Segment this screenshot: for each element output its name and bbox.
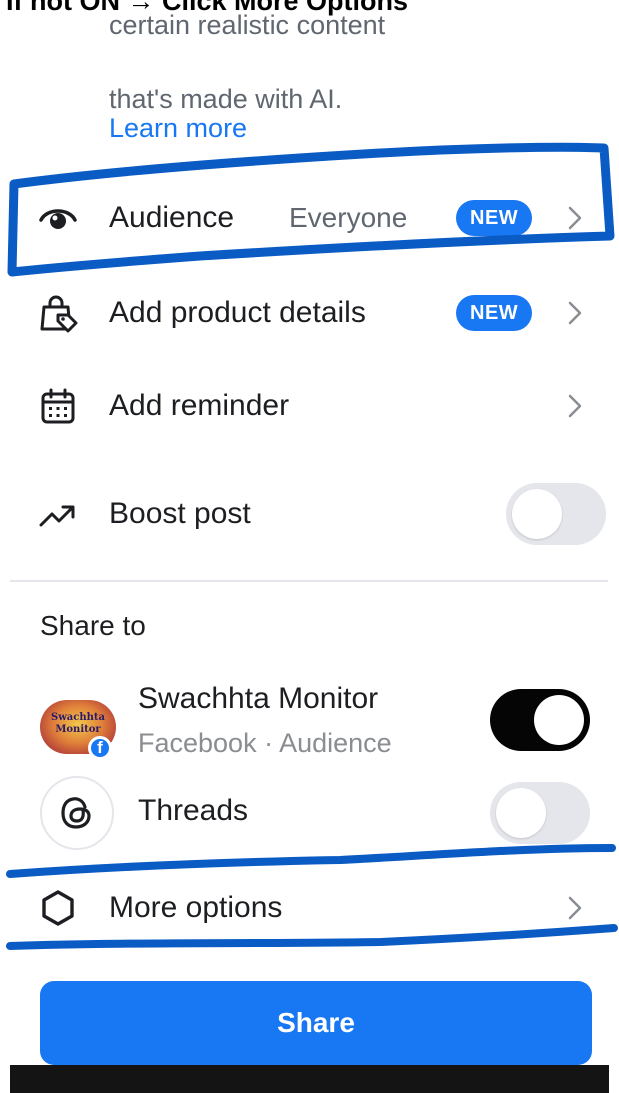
more-options-label: More options [109, 891, 283, 924]
chevron-right-icon [568, 896, 582, 920]
ai-notice-line-1: certain realistic content [109, 10, 386, 40]
swachhta-share-toggle[interactable] [490, 689, 590, 751]
add-reminder-row[interactable]: Add reminder [0, 366, 619, 446]
account-name: Threads [138, 794, 249, 827]
gear-icon [38, 888, 78, 928]
chevron-right-icon [568, 394, 582, 418]
toggle-knob [512, 489, 562, 539]
share-button[interactable]: Share [40, 981, 592, 1065]
learn-more-link[interactable]: Learn more [109, 103, 247, 153]
boost-post-row: Boost post [0, 474, 619, 554]
account-subtitle: Facebook · Audience [138, 728, 392, 758]
threads-icon [40, 776, 114, 850]
avatar-logo-text: Swachhta Monitor [50, 712, 106, 735]
audience-value: Everyone [289, 202, 408, 233]
audience-label: Audience [109, 201, 235, 234]
toggle-knob [534, 695, 584, 745]
share-to-heading: Share to [40, 610, 146, 641]
chevron-right-icon [568, 206, 582, 230]
system-navigation-bar [10, 1065, 609, 1093]
trending-up-icon [38, 494, 78, 534]
audience-row[interactable]: Audience Everyone NEW [0, 178, 619, 258]
account-row-threads: Threads [0, 774, 619, 858]
boost-post-label: Boost post [109, 497, 251, 530]
threads-share-toggle[interactable] [490, 782, 590, 844]
add-reminder-label: Add reminder [109, 389, 290, 422]
account-row-swachhta-monitor: Swachhta Monitor f Swachhta Monitor Face… [0, 672, 619, 772]
audience-new-badge: NEW [456, 200, 533, 236]
product-new-badge: NEW [456, 295, 533, 331]
shopping-bag-tag-icon [38, 293, 78, 333]
boost-post-toggle[interactable] [506, 483, 606, 545]
section-divider [10, 580, 608, 582]
facebook-icon: f [88, 736, 112, 760]
add-product-details-label: Add product details [109, 296, 366, 329]
share-settings-screen: If not ON → Click More Options certain r… [0, 0, 619, 1093]
account-name: Swachhta Monitor [138, 682, 379, 715]
add-product-details-row[interactable]: Add product details NEW [0, 273, 619, 353]
eye-icon [38, 198, 78, 238]
toggle-knob [496, 788, 546, 838]
calendar-icon [38, 386, 78, 426]
more-options-row[interactable]: More options [0, 868, 619, 948]
chevron-right-icon [568, 301, 582, 325]
